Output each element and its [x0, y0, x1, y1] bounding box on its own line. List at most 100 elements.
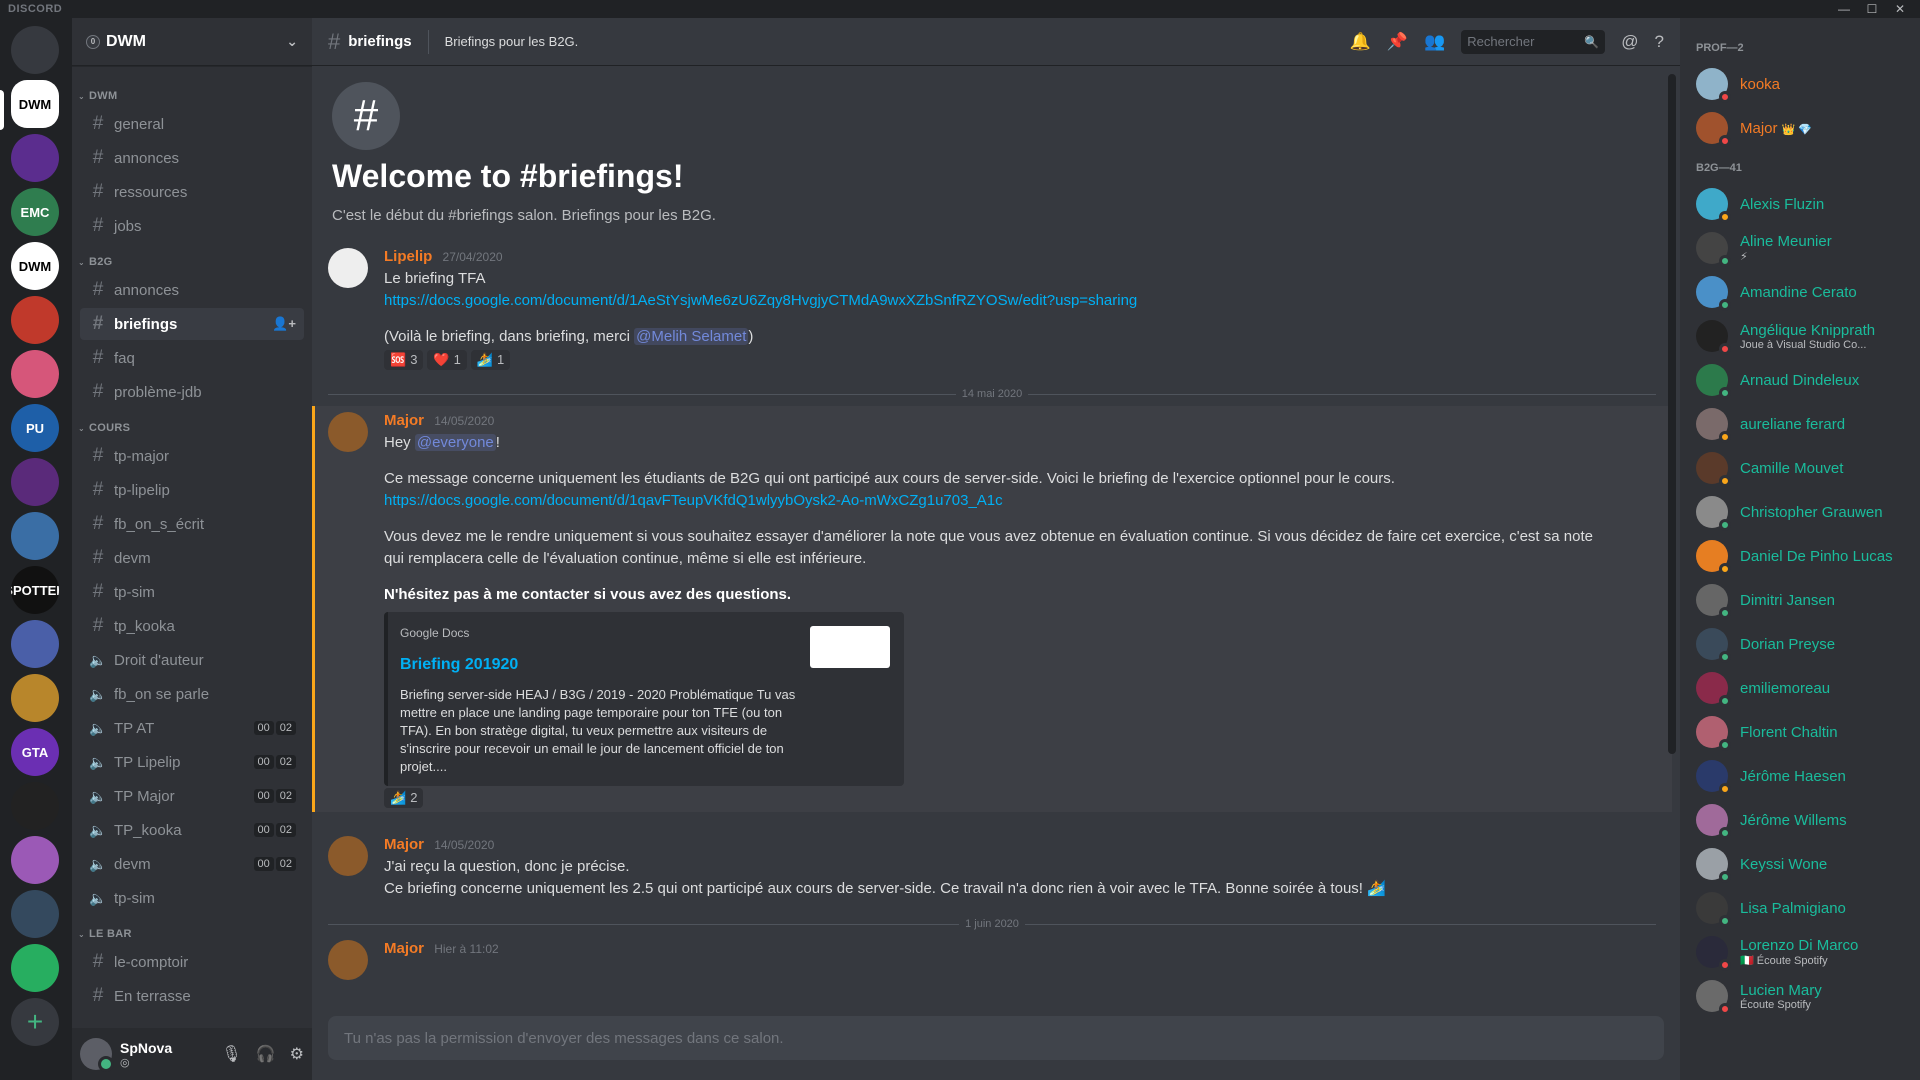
- channel-category[interactable]: ⌄ DWM: [72, 86, 312, 106]
- avatar[interactable]: [328, 412, 368, 452]
- text-channel[interactable]: # faq: [80, 342, 304, 374]
- member-item[interactable]: Jérôme Willems: [1696, 798, 1912, 842]
- voice-channel[interactable]: 🔈 TP_kooka 00 02: [80, 814, 304, 846]
- text-channel[interactable]: # jobs: [80, 210, 304, 242]
- voice-channel[interactable]: 🔈 Droit d'auteur: [80, 644, 304, 676]
- member-item[interactable]: Angélique Knipprath Joue à Visual Studio …: [1696, 314, 1912, 358]
- text-channel[interactable]: # fb_on_s_écrit: [80, 508, 304, 540]
- text-channel[interactable]: # ressources: [80, 176, 304, 208]
- message-link[interactable]: https://docs.google.com/document/d/1AeSt…: [384, 292, 1137, 309]
- discord-home-icon[interactable]: [11, 26, 59, 74]
- everyone-mention[interactable]: @everyone: [414, 434, 496, 451]
- server-icon[interactable]: DWM: [11, 80, 59, 128]
- channel-category[interactable]: ⌄ COURS: [72, 418, 312, 438]
- text-channel[interactable]: # devm: [80, 542, 304, 574]
- scrollbar[interactable]: [1668, 74, 1676, 754]
- headphones-icon[interactable]: 🎧: [256, 1044, 276, 1064]
- member-item[interactable]: Alexis Fluzin: [1696, 182, 1912, 226]
- avatar[interactable]: [328, 836, 368, 876]
- member-item[interactable]: Keyssi Wone: [1696, 842, 1912, 886]
- chevron-down-icon[interactable]: ⌄: [286, 33, 298, 50]
- message-author[interactable]: Major: [384, 940, 424, 957]
- text-channel[interactable]: # briefings 👤+: [80, 308, 304, 340]
- user-mention[interactable]: @Melih Selamet: [634, 328, 749, 345]
- member-item[interactable]: aureliane ferard: [1696, 402, 1912, 446]
- server-icon[interactable]: DWM: [11, 242, 59, 290]
- text-channel[interactable]: # tp-sim: [80, 576, 304, 608]
- message-author[interactable]: Lipelip: [384, 248, 432, 265]
- member-item[interactable]: emiliemoreau: [1696, 666, 1912, 710]
- server-icon[interactable]: EMC: [11, 188, 59, 236]
- help-icon[interactable]: ?: [1655, 32, 1664, 52]
- bell-icon[interactable]: 🔔: [1350, 32, 1371, 52]
- voice-channel[interactable]: 🔈 fb_on se parle: [80, 678, 304, 710]
- server-icon[interactable]: [11, 836, 59, 884]
- voice-channel[interactable]: 🔈 TP Major 00 02: [80, 780, 304, 812]
- member-item[interactable]: Daniel De Pinho Lucas: [1696, 534, 1912, 578]
- members-icon[interactable]: 👥: [1424, 32, 1445, 52]
- message-link[interactable]: https://docs.google.com/document/d/1qavF…: [384, 492, 1003, 509]
- add-server-button[interactable]: +: [11, 998, 59, 1046]
- server-icon[interactable]: [11, 944, 59, 992]
- close-button[interactable]: ✕: [1886, 0, 1914, 18]
- text-channel[interactable]: # problème-jdb: [80, 376, 304, 408]
- server-icon[interactable]: [11, 458, 59, 506]
- invite-icon[interactable]: 👤+: [272, 316, 296, 332]
- reaction[interactable]: 🆘 3: [384, 350, 424, 370]
- avatar[interactable]: [80, 1038, 114, 1072]
- voice-channel[interactable]: 🔈 tp-sim: [80, 882, 304, 914]
- server-icon[interactable]: [11, 296, 59, 344]
- gear-icon[interactable]: ⚙: [290, 1044, 304, 1064]
- server-icon[interactable]: [11, 350, 59, 398]
- text-channel[interactable]: # annonces: [80, 274, 304, 306]
- voice-channel[interactable]: 🔈 TP Lipelip 00 02: [80, 746, 304, 778]
- message-author[interactable]: Major: [384, 836, 424, 853]
- member-item[interactable]: Christopher Grauwen: [1696, 490, 1912, 534]
- maximize-button[interactable]: ☐: [1858, 0, 1886, 18]
- server-icon[interactable]: [11, 512, 59, 560]
- member-item[interactable]: Florent Chaltin: [1696, 710, 1912, 754]
- server-icon[interactable]: [11, 890, 59, 938]
- member-item[interactable]: Dimitri Jansen: [1696, 578, 1912, 622]
- message-author[interactable]: Major: [384, 412, 424, 429]
- text-channel[interactable]: # general: [80, 108, 304, 140]
- voice-channel[interactable]: 🔈 devm 00 02: [80, 848, 304, 880]
- server-icon[interactable]: [11, 620, 59, 668]
- text-channel[interactable]: # le-comptoir: [80, 946, 304, 978]
- member-item[interactable]: Arnaud Dindeleux: [1696, 358, 1912, 402]
- embed-thumbnail[interactable]: [810, 626, 890, 668]
- member-item[interactable]: Major 👑 💎: [1696, 106, 1912, 150]
- search-input[interactable]: Rechercher 🔍: [1461, 29, 1606, 54]
- channel-category[interactable]: ⌄ B2G: [72, 252, 312, 272]
- minimize-button[interactable]: —: [1830, 0, 1858, 18]
- member-item[interactable]: Jérôme Haesen: [1696, 754, 1912, 798]
- server-icon[interactable]: [11, 782, 59, 830]
- member-item[interactable]: kooka: [1696, 62, 1912, 106]
- reaction[interactable]: 🏄 2: [384, 788, 424, 808]
- server-header[interactable]: 0 DWM ⌄: [72, 18, 312, 66]
- text-channel[interactable]: # tp-major: [80, 440, 304, 472]
- mention-icon[interactable]: @: [1621, 32, 1638, 52]
- member-item[interactable]: Lisa Palmigiano: [1696, 886, 1912, 930]
- reaction[interactable]: ❤️ 1: [427, 350, 467, 370]
- voice-channel[interactable]: 🔈 TP AT 00 02: [80, 712, 304, 744]
- microphone-icon[interactable]: 🎙: [221, 1044, 241, 1064]
- member-item[interactable]: Aline Meunier ⚡: [1696, 226, 1912, 270]
- member-item[interactable]: Dorian Preyse: [1696, 622, 1912, 666]
- text-channel[interactable]: # En terrasse: [80, 980, 304, 1012]
- text-channel[interactable]: # tp_kooka: [80, 610, 304, 642]
- text-channel[interactable]: # annonces: [80, 142, 304, 174]
- server-icon[interactable]: SPOTTED: [11, 566, 59, 614]
- reaction[interactable]: 🏄 1: [470, 350, 511, 370]
- message-input[interactable]: Tu n'as pas la permission d'envoyer des …: [328, 1016, 1664, 1060]
- server-icon[interactable]: GTA: [11, 728, 59, 776]
- text-channel[interactable]: # tp-lipelip: [80, 474, 304, 506]
- server-icon[interactable]: PU: [11, 404, 59, 452]
- server-icon[interactable]: [11, 674, 59, 722]
- member-item[interactable]: Lucien Mary Écoute Spotify: [1696, 974, 1912, 1018]
- pin-icon[interactable]: 📌: [1387, 32, 1408, 52]
- member-item[interactable]: Camille Mouvet: [1696, 446, 1912, 490]
- member-item[interactable]: Amandine Cerato: [1696, 270, 1912, 314]
- avatar[interactable]: [328, 248, 368, 288]
- avatar[interactable]: [328, 940, 368, 980]
